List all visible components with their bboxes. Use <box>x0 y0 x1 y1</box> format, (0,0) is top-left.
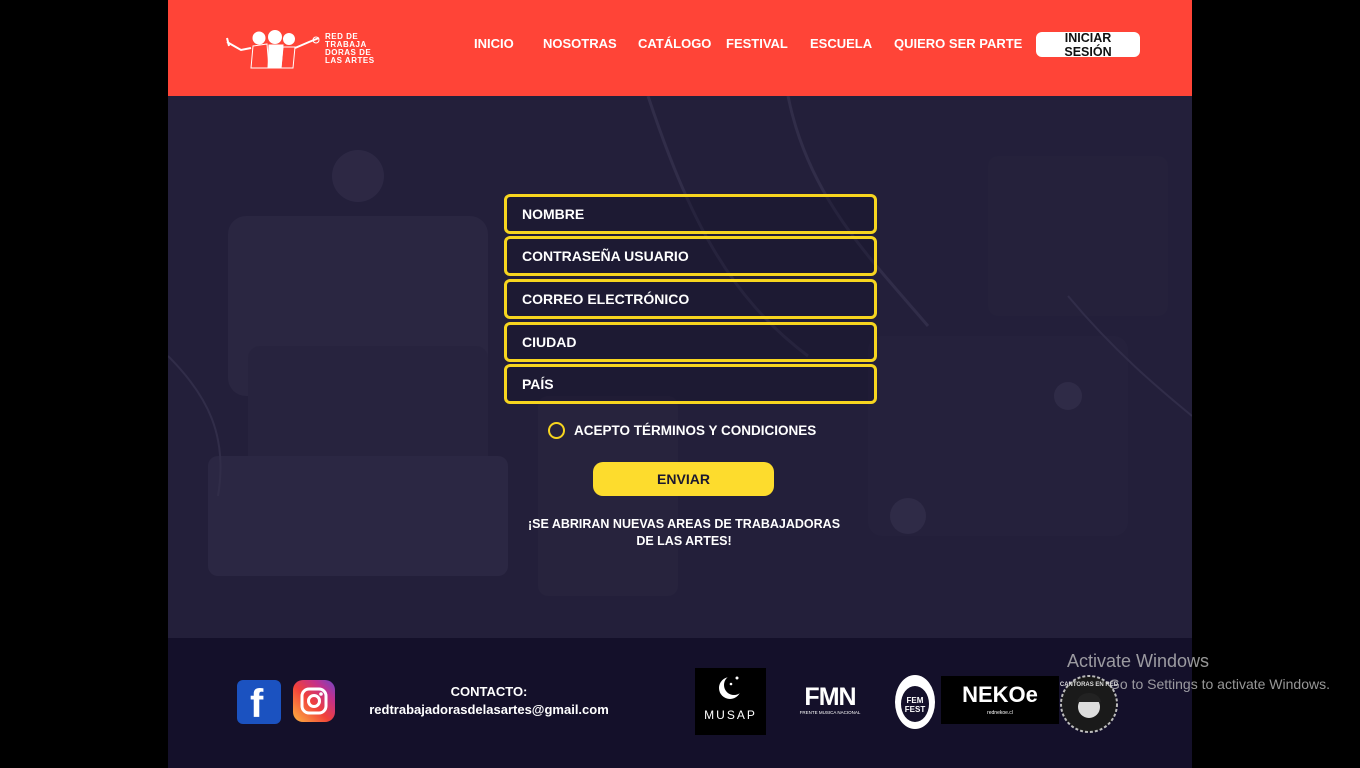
submit-button[interactable]: ENVIAR <box>593 462 774 496</box>
watermark-title: Activate Windows <box>1067 651 1210 671</box>
login-button[interactable]: INICIAR SESIÓN <box>1036 31 1140 59</box>
ciudad-field[interactable] <box>504 322 877 362</box>
nav-escuela[interactable]: ESCUELA <box>810 36 872 51</box>
watermark-subtitle: Go to Settings to activate Windows. <box>1109 676 1330 692</box>
partner-nekoe-logo[interactable]: NEKOe rednekoe.cl <box>941 676 1059 724</box>
nombre-field[interactable] <box>504 194 877 234</box>
nav-nosotras[interactable]: NOSOTRAS <box>543 36 617 51</box>
nav-quiero-ser-parte[interactable]: QUIERO SER PARTE <box>894 36 1022 51</box>
page: RED DE TRABAJA DORAS DE LAS ARTES INICIO… <box>168 0 1192 768</box>
partner-fmn-logo[interactable]: FMN FRENTE MUSICA NACIONAL <box>793 684 867 718</box>
nav-festival[interactable]: FESTIVAL <box>726 36 788 51</box>
partner-musap-logo[interactable]: MUSAP <box>695 668 766 735</box>
site-header: RED DE TRABAJA DORAS DE LAS ARTES INICIO… <box>168 0 1192 96</box>
pais-field[interactable] <box>504 364 877 404</box>
moon-icon <box>719 675 744 699</box>
contact-label: CONTACTO: <box>450 684 528 699</box>
notice-line: DE LAS ARTES! <box>636 534 732 548</box>
partner-subtitle: rednekoe.cl <box>987 710 1013 716</box>
partner-femfest-logo[interactable]: FEM FEST <box>890 671 940 733</box>
email-field[interactable] <box>504 279 877 319</box>
site-logo[interactable]: RED DE TRABAJA DORAS DE LAS ARTES <box>223 28 375 70</box>
partner-name: NEKOe <box>962 682 1038 707</box>
logo-figures-icon <box>226 30 320 69</box>
partner-name: FEM <box>907 696 924 705</box>
instagram-glyph <box>300 687 328 715</box>
partner-name: MUSAP <box>704 708 757 722</box>
terms-option[interactable]: ACEPTO TÉRMINOS Y CONDICIONES <box>548 422 816 439</box>
facebook-icon[interactable]: f <box>237 680 281 726</box>
partner-subtitle: FRENTE MUSICA NACIONAL <box>799 710 861 715</box>
logo-wordmark: RED DE TRABAJA DORAS DE LAS ARTES <box>325 33 375 65</box>
password-field[interactable] <box>504 236 877 276</box>
logo-line: LAS ARTES <box>325 56 375 65</box>
partner-name: FEST <box>905 705 926 714</box>
terms-label: ACEPTO TÉRMINOS Y CONDICIONES <box>574 423 817 438</box>
notice-line: ¡SE ABRIRAN NUEVAS AREAS DE TRABAJADORAS <box>527 517 841 531</box>
nav-inicio[interactable]: INICIO <box>474 36 514 51</box>
contact-email[interactable]: redtrabajadorasdelasartes@gmail.com <box>368 701 610 719</box>
partner-name: FMN <box>804 683 856 711</box>
instagram-icon[interactable] <box>293 680 335 722</box>
registration-section: ACEPTO TÉRMINOS Y CONDICIONES ENVIAR ¡SE… <box>168 96 1192 638</box>
terms-radio[interactable] <box>548 422 565 439</box>
nav-catalogo[interactable]: CATÁLOGO <box>638 36 711 51</box>
registration-notice: ¡SE ABRIRAN NUEVAS AREAS DE TRABAJADORAS… <box>508 516 860 550</box>
site-footer: f CONTACTO: redtrabajadorasdelasartes@gm… <box>168 638 1192 768</box>
contact-block: CONTACTO: redtrabajadorasdelasartes@gmai… <box>368 683 610 719</box>
windows-activation-watermark: Activate Windows Go to Settings to activ… <box>1067 651 1330 692</box>
